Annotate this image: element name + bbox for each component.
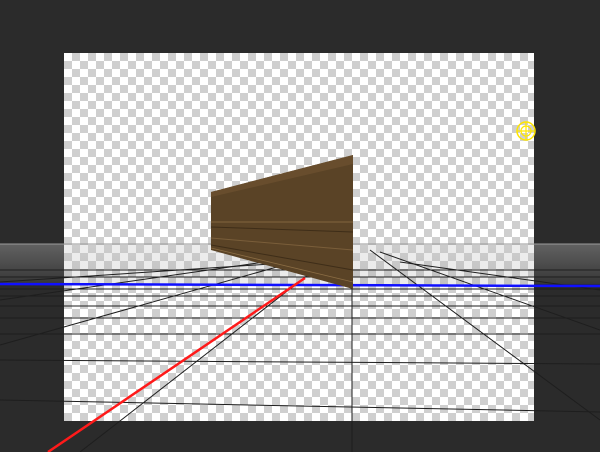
light-gizmo-icon[interactable] xyxy=(515,120,537,142)
3d-viewport[interactable] xyxy=(0,0,600,452)
scene-render xyxy=(0,155,600,452)
wooden-plank-object[interactable] xyxy=(210,155,354,289)
x-axis-line xyxy=(47,276,306,452)
z-axis-line xyxy=(0,282,600,288)
